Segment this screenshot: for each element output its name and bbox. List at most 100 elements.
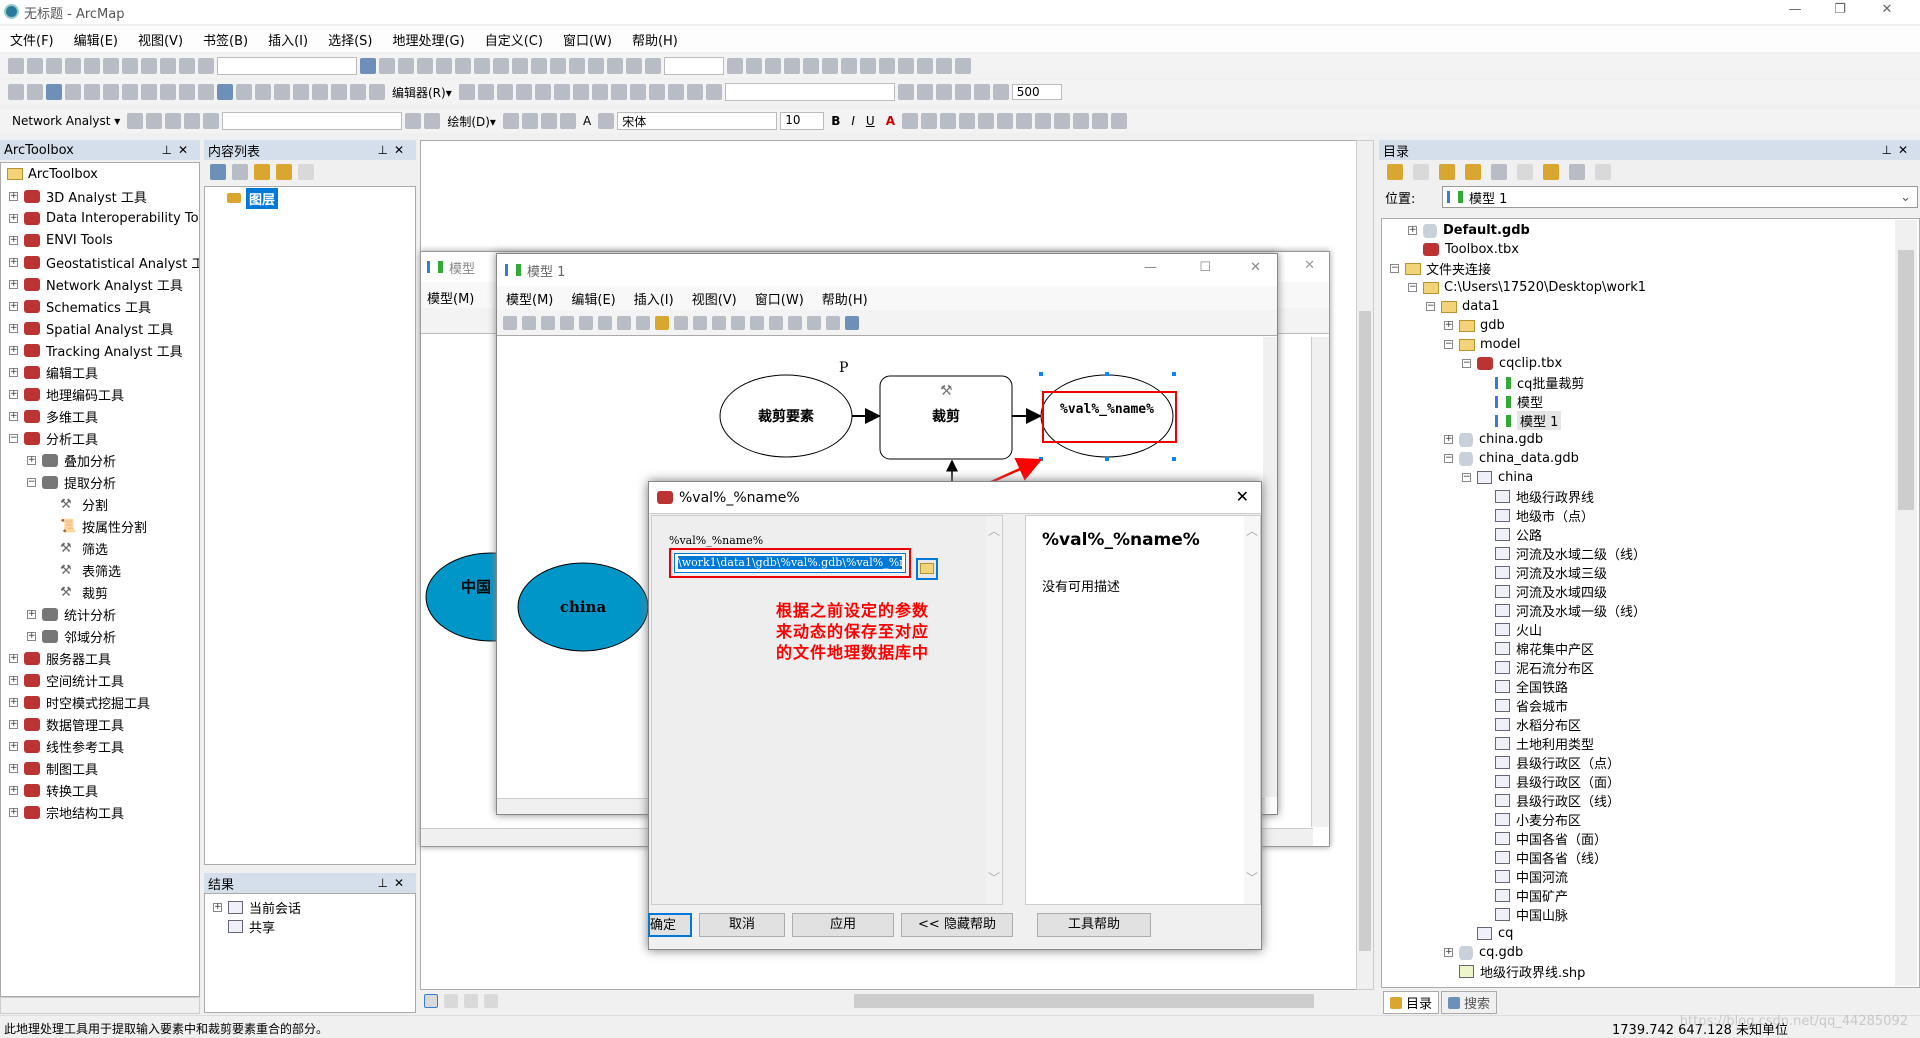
- copy-icon[interactable]: [103, 58, 119, 74]
- expand-toggle-icon[interactable]: +: [9, 301, 18, 311]
- menu-item[interactable]: 书签(B): [193, 30, 258, 49]
- rotate-icon[interactable]: [521, 113, 538, 129]
- cut-polygon-icon[interactable]: [879, 58, 895, 74]
- catalog-item[interactable]: 棉花集中产区: [1382, 639, 1919, 658]
- menu-item[interactable]: 选择(S): [318, 30, 382, 49]
- menu-item[interactable]: 自定义(C): [475, 30, 553, 49]
- save-icon[interactable]: [46, 58, 62, 74]
- tab-catalog[interactable]: 目录: [1383, 991, 1440, 1014]
- rotate-icon[interactable]: [841, 58, 857, 74]
- forward-icon[interactable]: [141, 84, 157, 100]
- go-forward-icon[interactable]: [645, 58, 661, 74]
- toolbox-item[interactable]: − 提取分析: [1, 471, 199, 493]
- new-icon[interactable]: [8, 58, 24, 74]
- zoom-to-selected-icon[interactable]: [540, 113, 557, 129]
- layer-combo[interactable]: [724, 83, 895, 101]
- distribute-icon[interactable]: [1015, 113, 1032, 129]
- na-options-icon[interactable]: [424, 113, 441, 129]
- georef-icon[interactable]: [977, 113, 994, 129]
- annotation-edit-icon[interactable]: [477, 84, 494, 100]
- toolbox-item[interactable]: + 地理编码工具: [1, 383, 199, 405]
- connect-icon[interactable]: [807, 315, 821, 330]
- catalog-item[interactable]: − data1: [1382, 297, 1919, 316]
- catalog-item[interactable]: − china: [1382, 468, 1919, 487]
- toolbox-item[interactable]: + Tracking Analyst 工具: [1, 339, 199, 361]
- expand-toggle-icon[interactable]: +: [9, 345, 18, 355]
- line-color-icon[interactable]: [920, 113, 937, 129]
- add-data-icon[interactable]: [655, 315, 669, 330]
- reshape-icon[interactable]: [898, 58, 914, 74]
- toolbox-item[interactable]: + 宗地结构工具: [1, 801, 199, 823]
- draw-menu[interactable]: 绘制(D)▾: [443, 113, 500, 130]
- add-data-icon[interactable]: [198, 58, 214, 74]
- expand-toggle-icon[interactable]: −: [1444, 454, 1453, 463]
- catalog-item[interactable]: 河流及水域二级（线）: [1382, 544, 1919, 563]
- underline-button[interactable]: U: [862, 114, 879, 128]
- expand-toggle-icon[interactable]: +: [27, 631, 36, 641]
- catalog-item[interactable]: 模型: [1382, 392, 1919, 411]
- delete-icon[interactable]: [598, 315, 612, 330]
- identify-icon[interactable]: [217, 84, 233, 100]
- list-by-source-icon[interactable]: [232, 164, 248, 180]
- expand-toggle-icon[interactable]: +: [9, 675, 18, 685]
- catalog-item[interactable]: 中国河流: [1382, 867, 1919, 886]
- map-hscrollbar[interactable]: [854, 994, 1314, 1008]
- print-icon[interactable]: [522, 315, 536, 330]
- toolbox-item[interactable]: +3D Analyst 工具: [1, 185, 199, 207]
- expand-toggle-icon[interactable]: +: [9, 367, 18, 377]
- straight-segment-icon[interactable]: [496, 84, 513, 100]
- expand-toggle-icon[interactable]: +: [9, 235, 18, 245]
- expand-toggle-icon[interactable]: −: [1444, 340, 1453, 349]
- catalog-item[interactable]: 中国矿产: [1382, 886, 1919, 905]
- split-icon[interactable]: [629, 84, 646, 100]
- union-icon[interactable]: [591, 84, 608, 100]
- menu-item[interactable]: 编辑(E): [64, 30, 128, 49]
- results-current-session[interactable]: + 当前会话: [205, 898, 415, 917]
- toolbox-item[interactable]: + 编辑工具: [1, 361, 199, 383]
- model1-menu-item[interactable]: 窗口(W): [746, 289, 813, 308]
- build-icon[interactable]: [184, 113, 201, 129]
- browse-button[interactable]: [916, 558, 938, 580]
- pin-close-icons[interactable]: ⊥✕: [1881, 143, 1920, 157]
- toggle-tree-icon[interactable]: [1569, 164, 1585, 180]
- go-to-xy-icon[interactable]: [331, 84, 347, 100]
- catalog-item[interactable]: 公路: [1382, 525, 1919, 544]
- edit-tool-icon[interactable]: [458, 84, 475, 100]
- rotate-icon[interactable]: [648, 84, 665, 100]
- catalog-item[interactable]: + Default.gdb: [1382, 221, 1919, 240]
- model1-close[interactable]: ✕: [1250, 260, 1261, 275]
- run-icon[interactable]: [845, 315, 859, 330]
- default-gdb-icon[interactable]: [1491, 164, 1507, 180]
- move-icon[interactable]: [860, 58, 876, 74]
- back-icon[interactable]: [1387, 164, 1403, 180]
- expand-toggle-icon[interactable]: +: [9, 763, 18, 773]
- rotate-left-icon[interactable]: [1091, 113, 1108, 129]
- parameters-scrollbar[interactable]: ︿ ﹀: [986, 516, 1002, 904]
- vertex-icon[interactable]: [955, 58, 971, 74]
- go-back-icon[interactable]: [626, 58, 642, 74]
- na-props-icon[interactable]: [405, 113, 422, 129]
- zoom-in-fixed-icon[interactable]: [588, 58, 604, 74]
- connect-folder-icon[interactable]: [1543, 164, 1559, 180]
- catalog-item[interactable]: 县级行政区（线）: [1382, 791, 1919, 810]
- zoom-whole-page-icon[interactable]: [550, 58, 566, 74]
- tool-help-button[interactable]: 工具帮助: [1037, 913, 1151, 937]
- snap-icon[interactable]: [803, 58, 819, 74]
- location-combo[interactable]: 模型 1 ⌄: [1442, 186, 1918, 208]
- zoom-out-icon[interactable]: [27, 84, 43, 100]
- catalog-item[interactable]: cq: [1382, 924, 1919, 943]
- list-by-visibility-icon[interactable]: [254, 164, 270, 180]
- italic-button[interactable]: I: [847, 114, 859, 128]
- create-network-location-icon[interactable]: [146, 113, 163, 129]
- html-popup-icon[interactable]: [255, 84, 271, 100]
- undo-icon[interactable]: [617, 315, 631, 330]
- select-element-icon[interactable]: [502, 113, 519, 129]
- layers-item[interactable]: 图层: [205, 187, 415, 209]
- help-scrollbar[interactable]: ︿ ﹀: [1244, 516, 1260, 904]
- model1-menu-item[interactable]: 模型(M): [497, 289, 562, 308]
- output-path-input[interactable]: \work1\data1\gdb\%val%.gdb\%val%_%name%: [678, 556, 902, 569]
- editor-menu[interactable]: 编辑器(R)▾: [388, 84, 456, 101]
- catalog-item[interactable]: 河流及水域三级: [1382, 563, 1919, 582]
- pan-icon[interactable]: [46, 84, 62, 100]
- order-icon[interactable]: [1053, 113, 1070, 129]
